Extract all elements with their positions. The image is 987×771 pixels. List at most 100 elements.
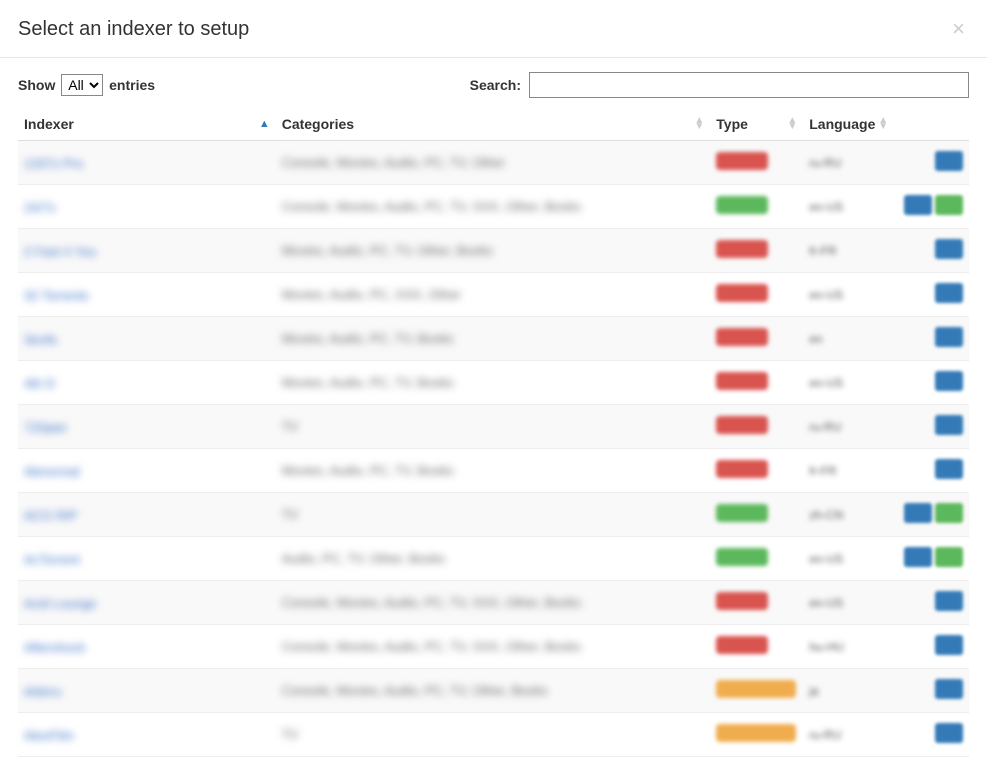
indexer-link[interactable]: ACG RIP: [24, 508, 77, 523]
indexer-link[interactable]: 1337x Pro: [24, 156, 83, 171]
type-badge: [716, 372, 768, 390]
table-row: AidoruConsole, Movies, Audio, PC, TV, Ot…: [18, 669, 969, 713]
table-row: Aftershock Console, Movies, Audio, PC, TV…: [18, 625, 969, 669]
categories-cell: Movies, Audio, PC, TV, Books: [276, 449, 711, 493]
type-badge: [716, 196, 768, 214]
configure-button[interactable]: [935, 327, 963, 347]
categories-cell: Console, Movies, Audio, PC, TV, XXX, Oth…: [276, 625, 711, 669]
language-cell: fr-FR: [803, 229, 894, 273]
type-cell: [710, 713, 803, 757]
indexer-link[interactable]: Aidoru: [24, 684, 62, 699]
add-button[interactable]: [935, 547, 963, 567]
table-row: AlexFilmTVru-RU: [18, 713, 969, 757]
language-cell: en-US: [803, 273, 894, 317]
table-row: 720pier TV ru-RU: [18, 405, 969, 449]
modal-body: Show All entries Search: Indexer ▲: [0, 58, 987, 771]
configure-button[interactable]: [935, 415, 963, 435]
type-cell: [710, 581, 803, 625]
table-controls: Show All entries Search:: [18, 72, 969, 98]
actions-cell: [894, 185, 969, 229]
type-badge: [716, 636, 768, 654]
type-cell: [710, 537, 803, 581]
type-badge: [716, 240, 768, 258]
actions-cell: [894, 229, 969, 273]
col-header-categories[interactable]: Categories ▲▼: [276, 108, 711, 141]
indexer-link[interactable]: 3evils: [24, 332, 57, 347]
language-cell: en-US: [803, 185, 894, 229]
language-cell: en-US: [803, 361, 894, 405]
indexer-link[interactable]: Abnormal: [24, 464, 80, 479]
indexer-link[interactable]: Aftershock: [24, 640, 85, 655]
type-cell: [710, 229, 803, 273]
configure-button[interactable]: [904, 547, 932, 567]
col-header-indexer[interactable]: Indexer ▲: [18, 108, 276, 141]
indexer-link[interactable]: AlexFilm: [24, 728, 74, 743]
type-cell: [710, 361, 803, 405]
indexer-link[interactable]: AcTorrent: [24, 552, 80, 567]
type-badge: [716, 416, 768, 434]
indexer-link[interactable]: Acid Lounge: [24, 596, 96, 611]
modal-header: Select an indexer to setup ×: [0, 0, 987, 58]
language-cell: fr-FR: [803, 449, 894, 493]
type-cell: [710, 449, 803, 493]
categories-cell: Console, Movies, Audio, PC, TV, Other: [276, 141, 711, 185]
show-label-pre: Show: [18, 77, 55, 93]
configure-button[interactable]: [935, 635, 963, 655]
configure-button[interactable]: [935, 679, 963, 699]
col-header-language[interactable]: Language ▲▼: [803, 108, 894, 141]
col-header-indexer-label: Indexer: [24, 116, 74, 132]
configure-button[interactable]: [935, 371, 963, 391]
language-cell: zh-CN: [803, 493, 894, 537]
col-header-type-label: Type: [716, 116, 748, 132]
language-cell: en-US: [803, 581, 894, 625]
type-badge: [716, 328, 768, 346]
table-row: AcTorrentAudio, PC, TV, Other, Booksen-U…: [18, 537, 969, 581]
language-cell: ru-RU: [803, 405, 894, 449]
type-cell: [710, 273, 803, 317]
configure-button[interactable]: [935, 459, 963, 479]
table-row: ACG RIPTVzh-CN: [18, 493, 969, 537]
indexer-link[interactable]: 32 Torrents: [24, 288, 89, 303]
type-badge: [716, 284, 768, 302]
categories-cell: TV: [276, 405, 711, 449]
indexer-link[interactable]: 720pier: [24, 420, 67, 435]
indexer-link[interactable]: 24/7x: [24, 200, 56, 215]
sort-icon: ▲▼: [878, 118, 888, 130]
search-input[interactable]: [529, 72, 969, 98]
indexer-link[interactable]: 4th D: [24, 376, 55, 391]
indexer-link[interactable]: 2 Fast 4 You: [24, 244, 96, 259]
configure-button[interactable]: [935, 151, 963, 171]
show-label-post: entries: [109, 77, 155, 93]
add-button[interactable]: [935, 503, 963, 523]
language-cell: ru-RU: [803, 713, 894, 757]
col-header-actions: [894, 108, 969, 141]
language-cell: en-US: [803, 537, 894, 581]
search-group: Search:: [470, 72, 969, 98]
language-cell: ru-RU: [803, 141, 894, 185]
categories-cell: Movies, Audio, PC, TV, Other, Books: [276, 229, 711, 273]
table-row: Abnormal Movies, Audio, PC, TV, Books fr-F…: [18, 449, 969, 493]
configure-button[interactable]: [935, 723, 963, 743]
indexer-table-body: 1337x Pro Console, Movies, Audio, PC, TV,…: [18, 141, 969, 757]
configure-button[interactable]: [904, 195, 932, 215]
table-row: 2 Fast 4 You Movies, Audio, PC, TV, Other…: [18, 229, 969, 273]
type-badge: [716, 548, 768, 566]
indexer-table: Indexer ▲ Categories ▲▼ Type ▲▼ Language…: [18, 108, 969, 757]
actions-cell: [894, 405, 969, 449]
configure-button[interactable]: [935, 591, 963, 611]
actions-cell: [894, 537, 969, 581]
col-header-categories-label: Categories: [282, 116, 354, 132]
configure-button[interactable]: [904, 503, 932, 523]
col-header-type[interactable]: Type ▲▼: [710, 108, 803, 141]
categories-cell: Movies, Audio, PC, XXX, Other: [276, 273, 711, 317]
add-button[interactable]: [935, 195, 963, 215]
entries-select[interactable]: All: [61, 74, 103, 96]
configure-button[interactable]: [935, 239, 963, 259]
type-badge: [716, 460, 768, 478]
close-button[interactable]: ×: [948, 18, 969, 40]
actions-cell: [894, 625, 969, 669]
sort-icon: ▲▼: [694, 118, 704, 130]
table-row: Acid LoungeConsole, Movies, Audio, PC, T…: [18, 581, 969, 625]
configure-button[interactable]: [935, 283, 963, 303]
modal-title: Select an indexer to setup: [18, 18, 249, 41]
